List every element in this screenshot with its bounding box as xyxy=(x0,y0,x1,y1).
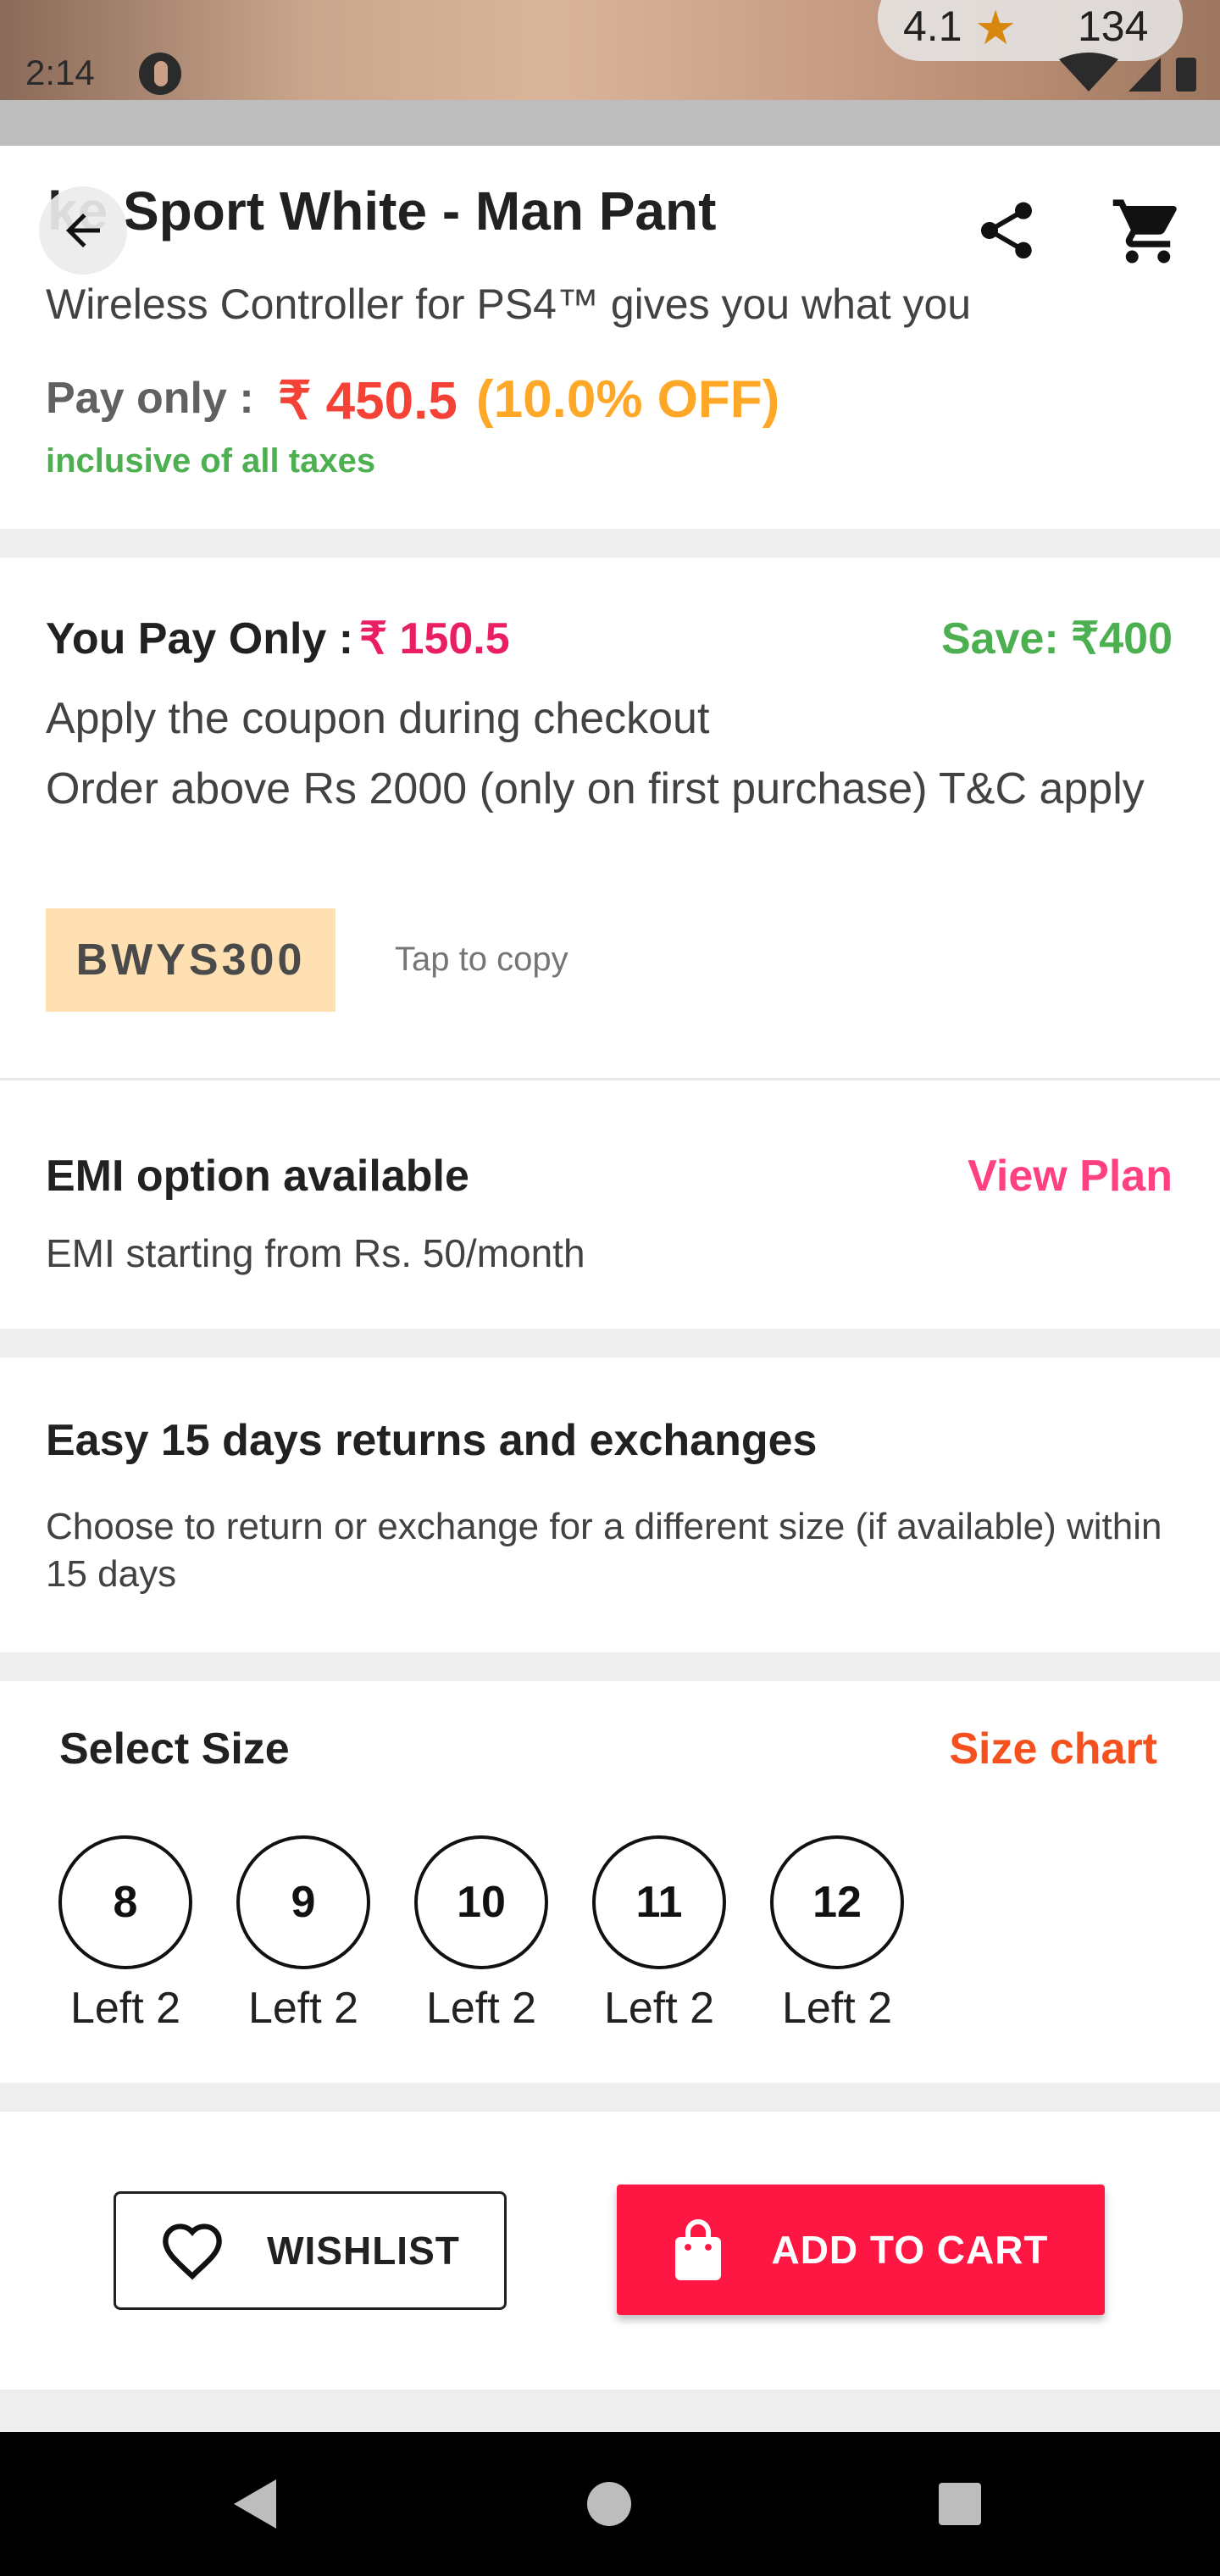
back-button[interactable] xyxy=(39,186,127,275)
status-icons xyxy=(1059,53,1196,92)
product-image-strip: 4.1 ★ 134 2:14 xyxy=(0,0,1220,100)
size-option[interactable]: 12 Left 2 xyxy=(769,1835,905,2034)
section-hairline xyxy=(0,1078,1220,1080)
view-plan-link[interactable]: View Plan xyxy=(968,1151,1173,1202)
size-stock: Left 2 xyxy=(247,1984,359,2033)
size-stock: Left 2 xyxy=(603,1984,715,2033)
share-icon[interactable] xyxy=(973,197,1040,264)
cart-icon[interactable] xyxy=(1110,193,1186,269)
wishlist-button[interactable]: WISHLIST xyxy=(114,2191,507,2310)
size-button[interactable]: 9 xyxy=(236,1835,370,1969)
section-divider xyxy=(0,1652,1220,1681)
signal-icon xyxy=(1128,58,1161,92)
product-description: Wireless Controller for PS4™ gives you w… xyxy=(46,280,972,328)
coupon-terms: Order above Rs 2000 (only on first purch… xyxy=(46,764,1145,813)
section-divider xyxy=(0,1329,1220,1357)
wishlist-label: WISHLIST xyxy=(267,2229,460,2273)
rating-count: 134 xyxy=(1078,3,1149,50)
tap-to-copy[interactable]: Tap to copy xyxy=(395,941,568,979)
add-to-cart-label: ADD TO CART xyxy=(771,2228,1049,2272)
emi-title: EMI option available xyxy=(46,1152,469,1201)
you-pay-label: You Pay Only : xyxy=(46,614,354,663)
size-stock: Left 2 xyxy=(781,1984,893,2033)
select-size-title: Select Size xyxy=(59,1724,290,1774)
emi-subtitle: EMI starting from Rs. 50/month xyxy=(46,1231,585,1275)
returns-description: Choose to return or exchange for a diffe… xyxy=(46,1506,1162,1595)
size-stock: Left 2 xyxy=(69,1984,181,2033)
size-chart-link[interactable]: Size chart xyxy=(949,1724,1157,1774)
section-divider xyxy=(0,2083,1220,2112)
section-divider xyxy=(0,529,1220,558)
arrow-left-icon xyxy=(66,214,100,247)
battery-icon xyxy=(1176,58,1196,92)
price-value: ₹ 450.5 xyxy=(278,372,458,430)
wifi-icon xyxy=(1059,53,1118,92)
back-triangle-icon[interactable] xyxy=(229,2476,280,2532)
save-amount: Save: ₹400 xyxy=(940,614,1173,663)
size-option[interactable]: 10 Left 2 xyxy=(413,1835,549,2034)
discount-label: (10.0% OFF) xyxy=(476,370,780,429)
section-divider xyxy=(0,2390,1220,2432)
home-circle-icon[interactable] xyxy=(585,2479,634,2529)
size-option[interactable]: 11 Left 2 xyxy=(591,1835,727,2034)
notification-icon xyxy=(139,53,181,95)
star-icon: ★ xyxy=(974,1,1018,54)
returns-title: Easy 15 days returns and exchanges xyxy=(46,1416,818,1465)
status-time: 2:14 xyxy=(25,53,95,92)
pay-only-label: Pay only : xyxy=(46,374,254,423)
size-button[interactable]: 8 xyxy=(58,1835,192,1969)
system-nav-bar xyxy=(0,2432,1220,2576)
recents-square-icon[interactable] xyxy=(937,2481,983,2527)
product-title: ke Sport White - Man Pant xyxy=(47,180,717,242)
size-option[interactable]: 9 Left 2 xyxy=(236,1835,371,2034)
header-band xyxy=(0,100,1220,146)
add-to-cart-button[interactable]: ADD TO CART xyxy=(617,2185,1105,2315)
size-button[interactable]: 11 xyxy=(592,1835,726,1969)
size-button[interactable]: 12 xyxy=(770,1835,904,1969)
coupon-instruction: Apply the coupon during checkout xyxy=(46,694,710,743)
rating-value: 4.1 xyxy=(903,3,962,50)
coupon-code[interactable]: BWYS300 xyxy=(46,908,336,1012)
shopping-bag-icon xyxy=(675,2219,722,2280)
size-stock: Left 2 xyxy=(425,1984,537,2033)
size-option[interactable]: 8 Left 2 xyxy=(58,1835,193,2034)
you-pay-price: ₹ 150.5 xyxy=(359,614,510,663)
heart-icon xyxy=(163,2223,222,2280)
taxes-note: inclusive of all taxes xyxy=(46,442,376,480)
size-button[interactable]: 10 xyxy=(414,1835,548,1969)
